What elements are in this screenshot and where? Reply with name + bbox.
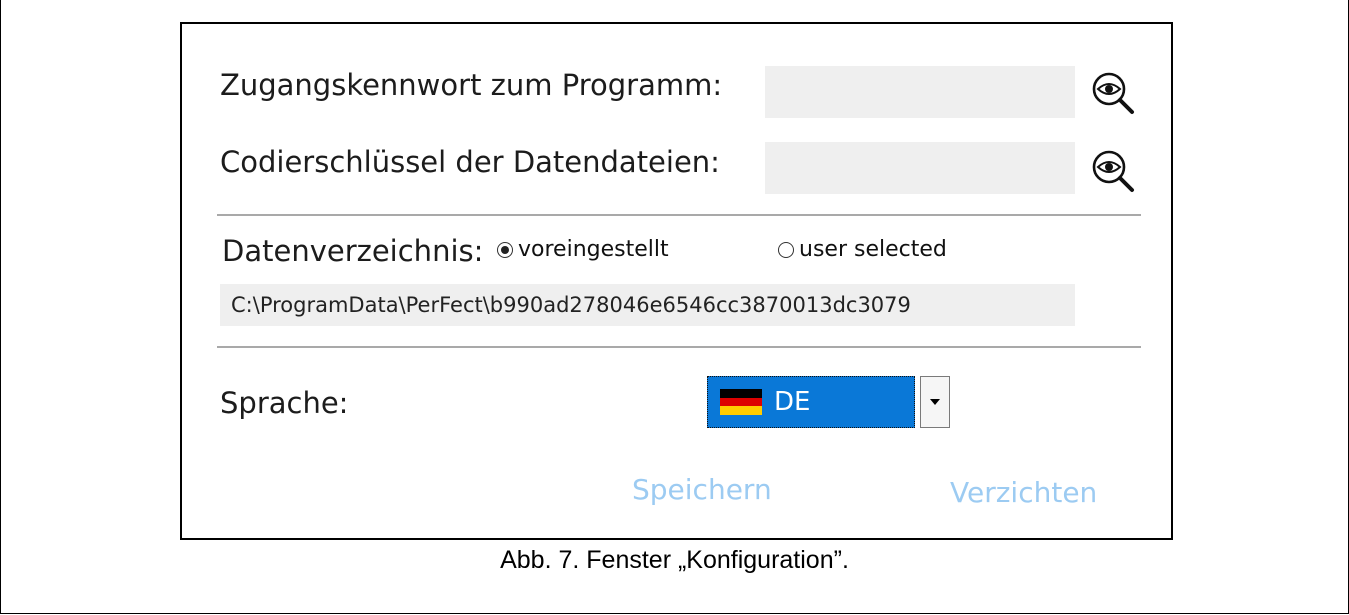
separator [217, 346, 1141, 348]
figure-caption: Abb. 7. Fenster „Konfiguration”. [500, 546, 849, 574]
radio-default[interactable]: voreingestellt [497, 237, 669, 262]
radio-user-selected[interactable]: user selected [778, 237, 947, 262]
data-path-field: C:\ProgramData\PerFect\b990ad278046e6546… [220, 284, 1075, 326]
radio-default-label: voreingestellt [518, 237, 669, 262]
language-label: Sprache: [220, 386, 349, 420]
radio-user-indicator[interactable] [778, 241, 794, 258]
language-dropdown-button[interactable] [920, 376, 950, 428]
separator [217, 214, 1141, 216]
language-value: DE [774, 387, 811, 417]
encryption-key-field[interactable] [765, 142, 1075, 194]
show-key-icon[interactable] [1090, 148, 1136, 194]
encryption-key-label: Codierschlüssel der Datendateien: [220, 145, 720, 179]
password-field[interactable] [765, 66, 1075, 118]
radio-user-label: user selected [799, 237, 947, 262]
german-flag-icon [720, 389, 762, 416]
language-select[interactable]: DE [707, 376, 915, 428]
data-directory-label: Datenverzeichnis: [222, 234, 484, 268]
radio-default-indicator[interactable] [497, 241, 513, 258]
cancel-button[interactable]: Verzichten [950, 476, 1097, 509]
save-button[interactable]: Speichern [632, 473, 772, 506]
password-label: Zugangskennwort zum Programm: [220, 68, 723, 102]
configuration-dialog: Zugangskennwort zum Programm: Codierschl… [180, 22, 1173, 540]
show-password-icon[interactable] [1090, 70, 1136, 116]
chevron-down-icon [930, 399, 940, 405]
